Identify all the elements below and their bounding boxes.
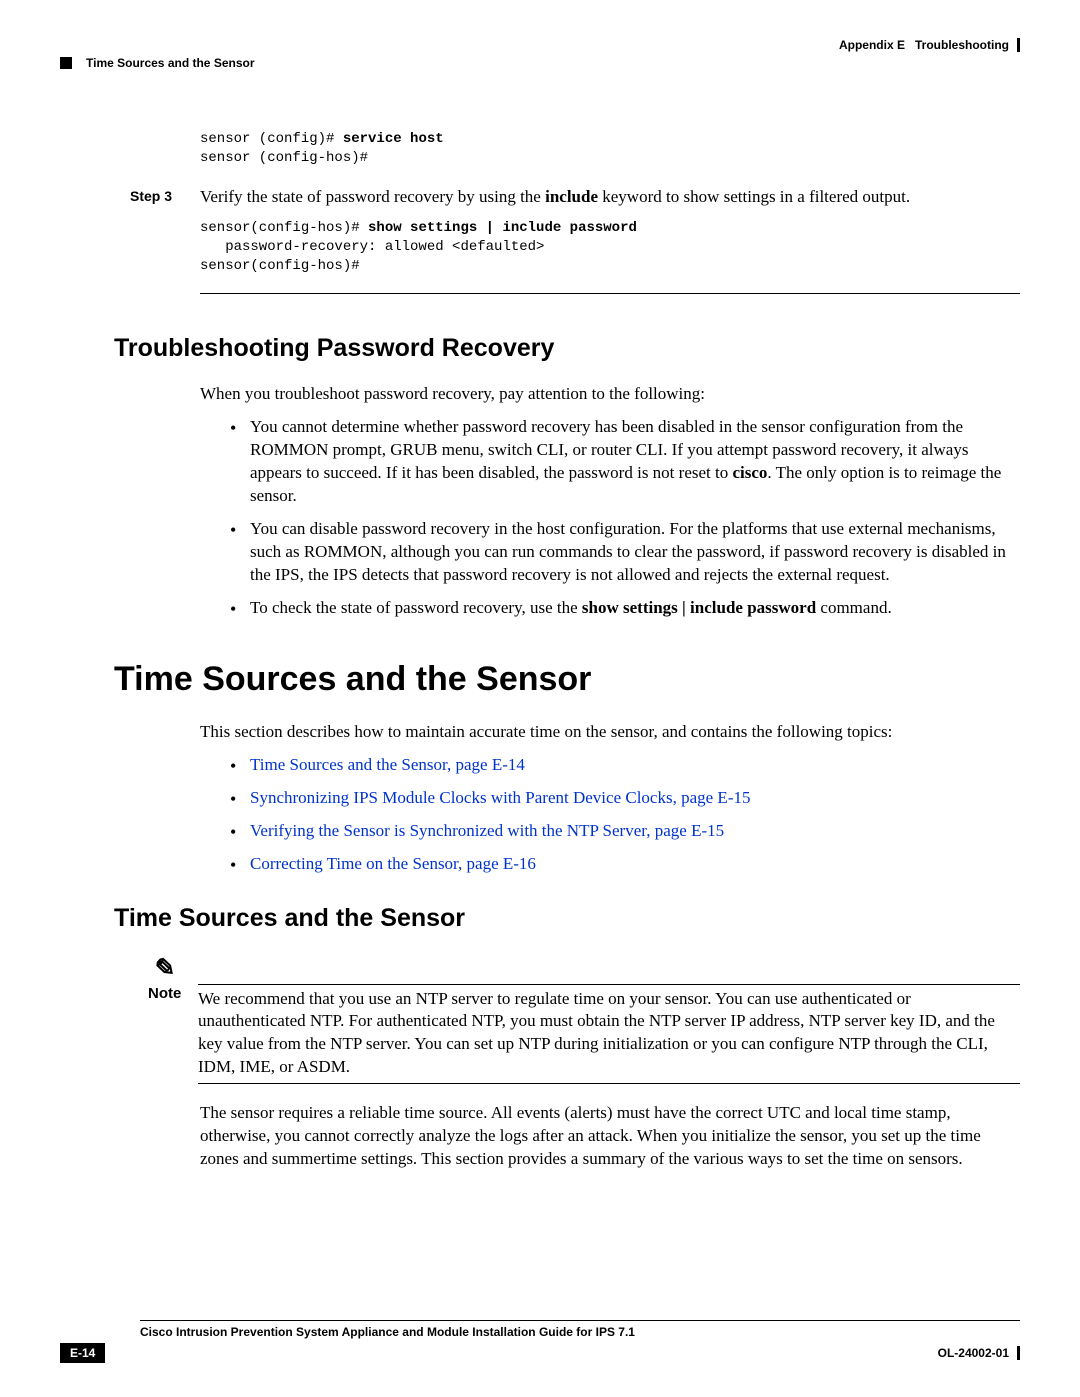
code-prompt: sensor(config-hos)# bbox=[200, 220, 368, 236]
code-block-service-host: sensor (config)# service host sensor (co… bbox=[200, 130, 1020, 168]
bullet-check-state: To check the state of password recovery,… bbox=[230, 597, 1020, 620]
heading-troubleshooting-password-recovery: Troubleshooting Password Recovery bbox=[114, 334, 1020, 363]
link-verify-ntp[interactable]: Verifying the Sensor is Synchronized wit… bbox=[250, 821, 724, 840]
step-3-row: Step 3 Verify the state of password reco… bbox=[60, 186, 1020, 209]
list-item: Synchronizing IPS Module Clocks with Par… bbox=[230, 787, 1020, 810]
code-block-show-settings: sensor(config-hos)# show settings | incl… bbox=[200, 219, 1020, 276]
note-text: We recommend that you use an NTP server … bbox=[198, 988, 1020, 1080]
bullet-disable-recovery: You can disable password recovery in the… bbox=[230, 518, 1020, 587]
header-title: Troubleshooting bbox=[915, 38, 1009, 52]
note-block: ✎ Note We recommend that you use an NTP … bbox=[148, 953, 1020, 1085]
link-correcting-time[interactable]: Correcting Time on the Sensor, page E-16 bbox=[250, 854, 536, 873]
code-command: show settings | include password bbox=[368, 220, 637, 236]
list-item: Verifying the Sensor is Synchronized wit… bbox=[230, 820, 1020, 843]
code-prompt-line: sensor(config-hos)# bbox=[200, 258, 360, 274]
footer-doc-title: Cisco Intrusion Prevention System Applia… bbox=[140, 1325, 1020, 1339]
section-marker-icon bbox=[60, 57, 72, 69]
footer-doc-id: OL-24002-01 bbox=[938, 1346, 1009, 1360]
step-3-text: Verify the state of password recovery by… bbox=[200, 186, 1020, 209]
link-sync-clocks[interactable]: Synchronizing IPS Module Clocks with Par… bbox=[250, 788, 750, 807]
section-divider bbox=[200, 293, 1020, 294]
page-header: Appendix E Troubleshooting bbox=[60, 38, 1020, 52]
page-number-badge: E-14 bbox=[60, 1343, 105, 1363]
time-intro: This section describes how to maintain a… bbox=[200, 721, 1020, 744]
bullet-cannot-determine: You cannot determine whether password re… bbox=[230, 416, 1020, 508]
footer-rule bbox=[140, 1320, 1020, 1321]
heading-time-sources-section: Time Sources and the Sensor bbox=[114, 904, 1020, 933]
header-bar-icon bbox=[1017, 38, 1020, 52]
note-pencil-icon: ✎ bbox=[149, 951, 176, 985]
link-time-sources[interactable]: Time Sources and the Sensor, page E-14 bbox=[250, 755, 525, 774]
time-paragraph: The sensor requires a reliable time sour… bbox=[200, 1102, 1020, 1171]
code-prompt: sensor (config)# bbox=[200, 131, 343, 147]
note-label: Note bbox=[148, 984, 198, 1002]
code-prompt-line: sensor (config-hos)# bbox=[200, 150, 368, 166]
step-3-label: Step 3 bbox=[130, 186, 200, 209]
note-rule-top bbox=[198, 984, 1020, 985]
page-footer: Cisco Intrusion Prevention System Applia… bbox=[60, 1320, 1020, 1363]
list-item: Correcting Time on the Sensor, page E-16 bbox=[230, 853, 1020, 876]
footer-bar-icon bbox=[1017, 1346, 1020, 1360]
note-rule-bottom bbox=[198, 1083, 1020, 1084]
troubleshooting-bullets: You cannot determine whether password re… bbox=[230, 416, 1020, 620]
code-output: password-recovery: allowed <defaulted> bbox=[200, 239, 544, 255]
heading-time-sources-chapter: Time Sources and the Sensor bbox=[114, 660, 1020, 699]
troubleshooting-intro: When you troubleshoot password recovery,… bbox=[200, 383, 1020, 406]
code-command: service host bbox=[343, 131, 444, 147]
appendix-label: Appendix E bbox=[839, 38, 905, 52]
page-subheader: Time Sources and the Sensor bbox=[60, 56, 1020, 70]
header-section: Time Sources and the Sensor bbox=[86, 56, 255, 70]
time-topic-links: Time Sources and the Sensor, page E-14 S… bbox=[230, 754, 1020, 876]
list-item: Time Sources and the Sensor, page E-14 bbox=[230, 754, 1020, 777]
